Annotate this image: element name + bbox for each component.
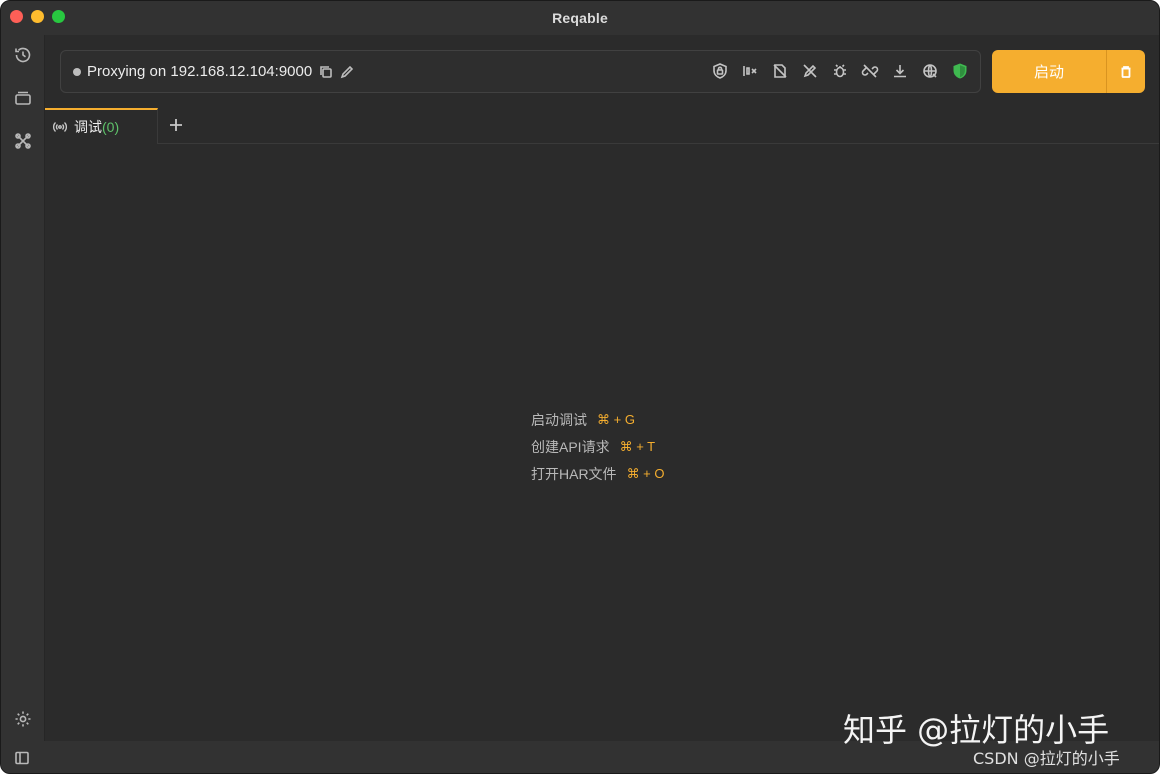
- title-bar: Reqable: [1, 1, 1159, 35]
- trash-icon: [1121, 65, 1131, 78]
- shortcut-label: 打开HAR文件: [531, 465, 617, 482]
- mirror-icon[interactable]: [740, 61, 760, 81]
- proxy-toolbar: Proxying on 192.168.12.104:9000: [60, 50, 981, 93]
- clear-button[interactable]: [1107, 50, 1145, 93]
- tab-count: (0): [102, 119, 120, 135]
- watermark-secondary: CSDN @拉灯的小手: [973, 749, 1120, 768]
- toolbar-icon-group: [710, 61, 970, 81]
- breakpoint-icon[interactable]: [830, 61, 850, 81]
- tab-debug[interactable]: 调试 (0): [45, 108, 158, 144]
- proxy-status-text: Proxying on 192.168.12.104:9000: [87, 63, 313, 80]
- history-icon[interactable]: [12, 44, 34, 66]
- minimize-window-button[interactable]: [31, 10, 44, 23]
- proxy-status-dot: [73, 67, 81, 76]
- shortcut-hints: 启动调试 ⌘ + G 创建API请求 ⌘ + T 打开HAR文件 ⌘ + O: [531, 406, 665, 487]
- shield-check-icon[interactable]: [950, 61, 970, 81]
- rewrite-icon[interactable]: [770, 61, 790, 81]
- sidebar: [1, 35, 45, 773]
- window-controls: [10, 10, 65, 23]
- start-proxy-button[interactable]: 启动: [992, 50, 1106, 93]
- add-tab-button[interactable]: [167, 116, 185, 134]
- app-window: Reqable Proxying on 192.168.12.104:9000: [0, 0, 1160, 774]
- shortcut-label: 启动调试: [531, 411, 587, 428]
- broadcast-icon: [53, 122, 67, 132]
- settings-icon[interactable]: [12, 708, 34, 730]
- network-globe-icon[interactable]: [920, 61, 940, 81]
- sidebar-toggle-icon[interactable]: [14, 750, 30, 766]
- shortcut-key: ⌘ + O: [626, 465, 665, 481]
- plus-icon: [170, 119, 182, 131]
- tools-icon[interactable]: [12, 130, 34, 152]
- shortcut-key: ⌘ + G: [597, 411, 635, 427]
- close-window-button[interactable]: [10, 10, 23, 23]
- script-icon[interactable]: [800, 61, 820, 81]
- download-icon[interactable]: [890, 61, 910, 81]
- gateway-link-icon[interactable]: [860, 61, 880, 81]
- tab-bar: 调试 (0): [45, 108, 1159, 144]
- shortcut-row[interactable]: 创建API请求 ⌘ + T: [531, 433, 665, 460]
- window-title: Reqable: [552, 10, 608, 26]
- tab-label: 调试: [74, 119, 102, 135]
- collections-icon[interactable]: [12, 87, 34, 109]
- shortcut-row[interactable]: 启动调试 ⌘ + G: [531, 406, 665, 433]
- shortcut-label: 创建API请求: [531, 438, 610, 455]
- edit-icon[interactable]: [340, 65, 354, 79]
- shortcut-row[interactable]: 打开HAR文件 ⌘ + O: [531, 460, 665, 487]
- maximize-window-button[interactable]: [52, 10, 65, 23]
- ssl-lock-icon[interactable]: [710, 61, 730, 81]
- shortcut-key: ⌘ + T: [619, 438, 656, 454]
- copy-icon[interactable]: [319, 65, 333, 79]
